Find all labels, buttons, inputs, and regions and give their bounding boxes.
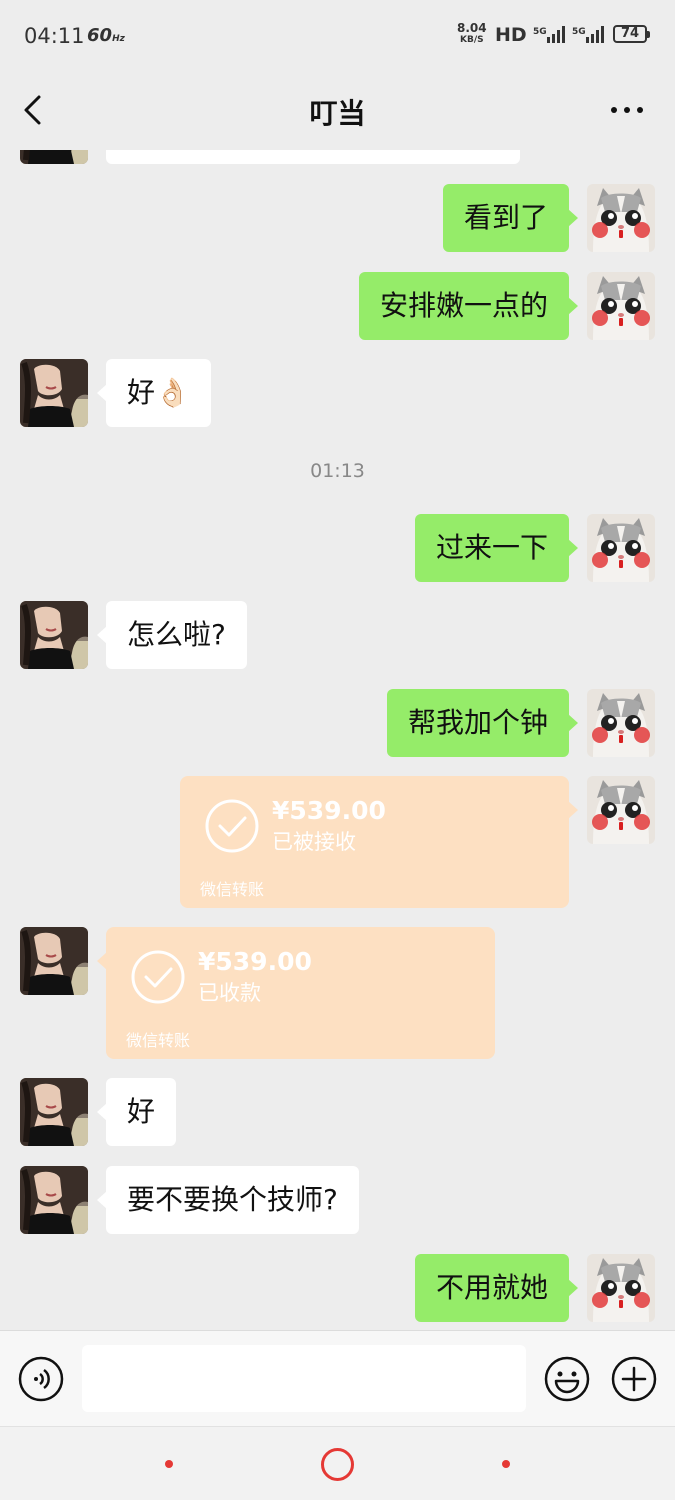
emoji-icon[interactable] xyxy=(543,1355,591,1403)
check-circle-icon xyxy=(204,798,260,854)
status-time: 04:11 xyxy=(24,24,85,48)
signal-5g-icon: 5G xyxy=(572,26,604,43)
message-bubble-received[interactable]: 怎么啦? xyxy=(97,601,247,669)
transfer-status: 已收款 xyxy=(198,981,261,1005)
message-bubble-received[interactable]: 要不要换个技师? xyxy=(97,1166,359,1234)
voice-input-icon[interactable] xyxy=(17,1355,65,1403)
add-plus-icon[interactable] xyxy=(610,1355,658,1403)
nav-home-button[interactable] xyxy=(321,1448,354,1481)
transfer-card-sent[interactable]: ¥539.00 已被接收 微信转账 xyxy=(180,776,578,908)
contact-avatar[interactable] xyxy=(20,150,88,164)
transfer-label: 微信转账 xyxy=(200,880,265,899)
system-nav-bar xyxy=(0,1426,675,1500)
self-avatar[interactable] xyxy=(587,776,655,844)
battery-icon: 74 xyxy=(613,25,650,43)
transfer-status: 已被接收 xyxy=(272,830,356,854)
message-bubble-received[interactable]: 好 xyxy=(96,1078,177,1146)
transfer-card-received[interactable]: ¥539.00 已收款 微信转账 xyxy=(97,927,495,1059)
contact-avatar[interactable] xyxy=(20,601,88,669)
message-bubble-sent[interactable]: 不用就她 xyxy=(414,1254,579,1322)
network-speed: 8.04 KB/S xyxy=(457,21,487,45)
self-avatar[interactable] xyxy=(587,272,655,340)
chat-header: 叮当 xyxy=(0,70,675,150)
message-bubble-cutoff[interactable] xyxy=(106,150,520,164)
message-bubble-sent[interactable]: 帮我加个钟 xyxy=(386,689,579,757)
self-avatar[interactable] xyxy=(587,1254,655,1322)
self-avatar[interactable] xyxy=(587,689,655,757)
self-avatar[interactable] xyxy=(587,514,655,582)
signal-5g-icon: 5G xyxy=(533,26,565,43)
message-list[interactable]: 看到了 安排嫩一点的 好👌🏻 01:13 过来一下 怎么啦? 帮我加个钟 ¥53… xyxy=(0,150,675,1330)
status-bar: 04:11 60Hz 8.04 KB/S HD 5G 5G 74 xyxy=(0,0,675,70)
message-bubble-received[interactable]: 好👌🏻 xyxy=(97,359,211,427)
transfer-amount: ¥539.00 xyxy=(272,796,386,825)
refresh-rate: 60Hz xyxy=(87,25,125,46)
chat-title: 叮当 xyxy=(309,97,366,130)
transfer-label: 微信转账 xyxy=(126,1031,191,1050)
message-timestamp: 01:13 xyxy=(310,460,365,482)
input-bar xyxy=(0,1330,675,1426)
self-avatar[interactable] xyxy=(587,184,655,252)
contact-avatar[interactable] xyxy=(20,1078,88,1146)
check-circle-icon xyxy=(130,949,186,1005)
more-options-icon[interactable] xyxy=(604,92,650,128)
message-bubble-sent[interactable]: 过来一下 xyxy=(414,514,579,582)
nav-back-button[interactable] xyxy=(165,1460,173,1468)
svg-text:5G: 5G xyxy=(533,27,547,37)
contact-avatar[interactable] xyxy=(20,927,88,995)
contact-avatar[interactable] xyxy=(20,359,88,427)
message-bubble-sent[interactable]: 安排嫩一点的 xyxy=(358,272,579,340)
transfer-amount: ¥539.00 xyxy=(198,947,312,976)
contact-avatar[interactable] xyxy=(20,1166,88,1234)
nav-recents-button[interactable] xyxy=(502,1460,510,1468)
svg-text:5G: 5G xyxy=(572,27,586,37)
hd-icon: HD xyxy=(495,24,527,46)
message-input[interactable] xyxy=(82,1345,526,1412)
message-bubble-sent[interactable]: 看到了 xyxy=(442,184,579,252)
